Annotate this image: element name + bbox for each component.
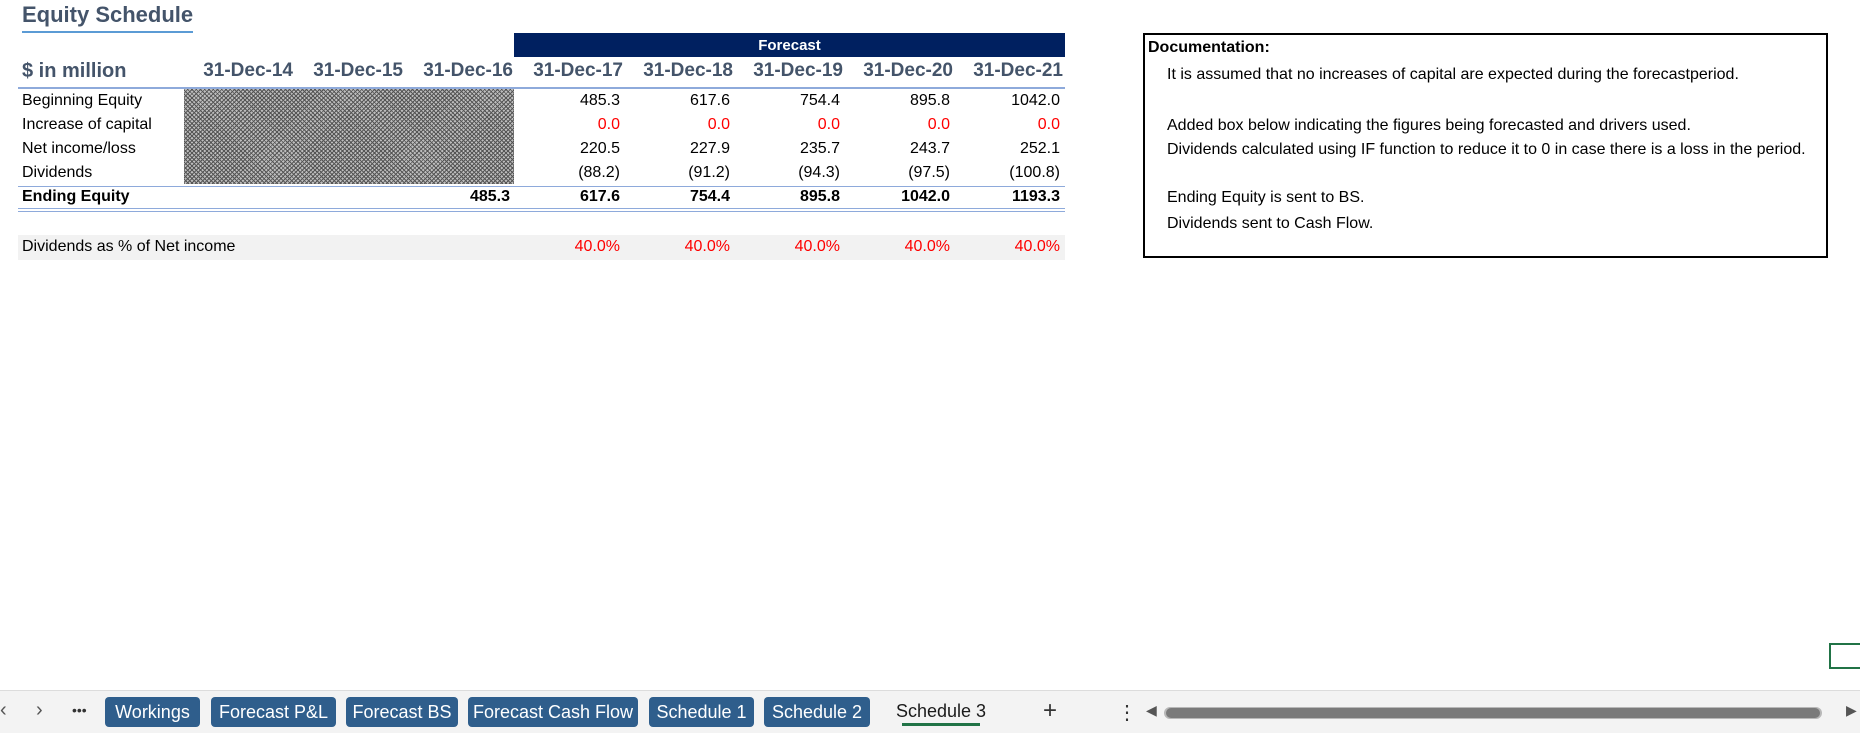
- sheet-title[interactable]: Equity Schedule: [22, 2, 194, 33]
- tab-schedule-1[interactable]: Schedule 1: [649, 697, 754, 727]
- cell-increase-capital-2018[interactable]: 0.0: [622, 116, 730, 134]
- row-label-net-income[interactable]: Net income/loss: [22, 140, 136, 158]
- cell-dividends-pct-2020[interactable]: 40.0%: [842, 238, 950, 256]
- cell-increase-capital-2021[interactable]: 0.0: [952, 116, 1060, 134]
- active-tab-underline: [902, 723, 980, 726]
- row-label-increase-capital[interactable]: Increase of capital: [22, 116, 152, 134]
- tab-forecast-cash-flow[interactable]: Forecast Cash Flow: [468, 697, 638, 727]
- units-label[interactable]: $ in million: [22, 60, 126, 83]
- cell-ending-equity-2018[interactable]: 754.4: [622, 188, 730, 206]
- cell-dividends-2019[interactable]: (94.3): [732, 164, 840, 182]
- documentation-line: It is assumed that no increases of capit…: [1167, 66, 1739, 83]
- cell-dividends-2021[interactable]: (100.8): [952, 164, 1060, 182]
- date-header-2019[interactable]: 31-Dec-19: [734, 60, 843, 82]
- date-header-2020[interactable]: 31-Dec-20: [844, 60, 953, 82]
- date-header-2015[interactable]: 31-Dec-15: [294, 60, 403, 82]
- documentation-line: Ending Equity is sent to BS.: [1167, 189, 1365, 206]
- total-double-border: [18, 208, 1065, 212]
- historical-hatched-block[interactable]: [184, 89, 514, 184]
- cell-beginning-equity-2017[interactable]: 485.3: [512, 92, 620, 110]
- cell-dividends-pct-2019[interactable]: 40.0%: [732, 238, 840, 256]
- total-top-border: [18, 186, 1065, 187]
- forecast-header[interactable]: Forecast: [514, 33, 1065, 57]
- documentation-title: Documentation:: [1148, 39, 1270, 56]
- cell-beginning-equity-2020[interactable]: 895.8: [842, 92, 950, 110]
- cell-increase-capital-2017[interactable]: 0.0: [512, 116, 620, 134]
- more-tabs-button[interactable]: •••: [72, 702, 87, 718]
- cell-dividends-pct-2021[interactable]: 40.0%: [952, 238, 1060, 256]
- cell-net-income-2017[interactable]: 220.5: [512, 140, 620, 158]
- tab-workings[interactable]: Workings: [105, 697, 200, 727]
- row-label-beginning-equity[interactable]: Beginning Equity: [22, 92, 142, 110]
- cell-dividends-pct-2017[interactable]: 40.0%: [512, 238, 620, 256]
- row-label-ending-equity[interactable]: Ending Equity: [22, 188, 130, 206]
- cell-net-income-2019[interactable]: 235.7: [732, 140, 840, 158]
- tab-schedule-2[interactable]: Schedule 2: [764, 697, 870, 727]
- scroll-right-icon[interactable]: ▶: [1846, 702, 1857, 719]
- cell-dividends-2017[interactable]: (88.2): [512, 164, 620, 182]
- cell-beginning-equity-2019[interactable]: 754.4: [732, 92, 840, 110]
- date-header-2018[interactable]: 31-Dec-18: [624, 60, 733, 82]
- header-divider: [18, 87, 1065, 89]
- tab-options-icon[interactable]: ⋮: [1117, 700, 1137, 725]
- cell-dividends-pct-2018[interactable]: 40.0%: [622, 238, 730, 256]
- date-header-2017[interactable]: 31-Dec-17: [514, 60, 623, 82]
- documentation-line: Dividends calculated using IF function t…: [1167, 141, 1806, 158]
- chevron-right-icon[interactable]: ›: [36, 699, 43, 722]
- cell-increase-capital-2020[interactable]: 0.0: [842, 116, 950, 134]
- date-header-2021[interactable]: 31-Dec-21: [954, 60, 1063, 82]
- cell-beginning-equity-2021[interactable]: 1042.0: [952, 92, 1060, 110]
- cell-ending-equity-2016[interactable]: 485.3: [402, 188, 510, 206]
- cell-net-income-2018[interactable]: 227.9: [622, 140, 730, 158]
- cell-dividends-2018[interactable]: (91.2): [622, 164, 730, 182]
- cell-ending-equity-2019[interactable]: 895.8: [732, 188, 840, 206]
- tab-forecast-bs[interactable]: Forecast BS: [346, 697, 458, 727]
- cell-ending-equity-2017[interactable]: 617.6: [512, 188, 620, 206]
- tab-forecast-pl[interactable]: Forecast P&L: [211, 697, 336, 727]
- cell-dividends-2020[interactable]: (97.5): [842, 164, 950, 182]
- chevron-left-icon[interactable]: ‹: [0, 699, 7, 722]
- cell-increase-capital-2019[interactable]: 0.0: [732, 116, 840, 134]
- documentation-line: Dividends sent to Cash Flow.: [1167, 215, 1374, 232]
- scrollbar-thumb[interactable]: [1166, 708, 1820, 718]
- cell-net-income-2021[interactable]: 252.1: [952, 140, 1060, 158]
- selected-cell[interactable]: [1829, 643, 1860, 669]
- row-label-dividends-pct[interactable]: Dividends as % of Net income: [22, 238, 235, 256]
- date-header-2016[interactable]: 31-Dec-16: [404, 60, 513, 82]
- cell-ending-equity-2020[interactable]: 1042.0: [842, 188, 950, 206]
- cell-net-income-2020[interactable]: 243.7: [842, 140, 950, 158]
- cell-ending-equity-2021[interactable]: 1193.3: [952, 188, 1060, 206]
- row-label-dividends[interactable]: Dividends: [22, 164, 92, 182]
- documentation-line: Added box below indicating the figures b…: [1167, 117, 1691, 134]
- date-header-2014[interactable]: 31-Dec-14: [184, 60, 293, 82]
- cell-beginning-equity-2018[interactable]: 617.6: [622, 92, 730, 110]
- add-sheet-button[interactable]: +: [1043, 697, 1057, 725]
- scroll-left-icon[interactable]: ◀: [1146, 702, 1157, 719]
